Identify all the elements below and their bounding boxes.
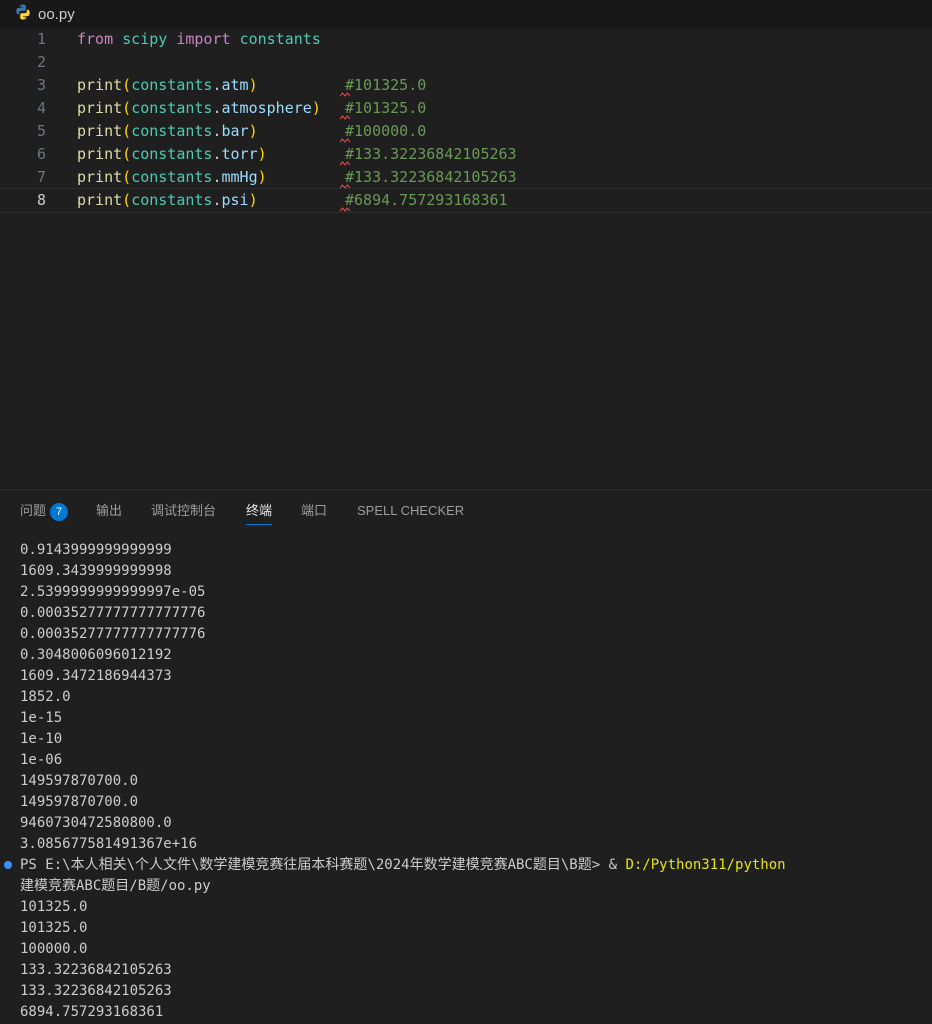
command-status-dot-icon[interactable] (4, 861, 12, 869)
terminal-output-line: 101325.0 (20, 920, 88, 936)
tab-filename: oo.py (38, 5, 75, 23)
line-number: 6 (36, 145, 46, 163)
terminal-output-line: 0.00035277777777777776 (20, 626, 206, 642)
terminal-output-line: 149597870700.0 (20, 794, 139, 810)
tab-problems-label: 问题 (20, 503, 47, 518)
tab-problems[interactable]: 问题 7 (20, 502, 69, 521)
line-number: 2 (36, 53, 46, 71)
code-comment: #133.32236842105263 (345, 145, 517, 163)
terminal-output-line: 100000.0 (20, 941, 88, 957)
line-number: 4 (36, 99, 46, 117)
code-text: print(constants.atmosphere) (77, 99, 321, 117)
terminal-output-line: 1609.3439999999998 (20, 563, 172, 579)
code-text: from scipy import constants (77, 30, 321, 48)
code-line[interactable]: 2 (0, 51, 932, 74)
code-line[interactable]: 6 print(constants.torr) #133.3223684210526… (0, 143, 932, 166)
tab-output[interactable]: 输出 (96, 502, 122, 520)
code-comment: #6894.757293168361 (345, 191, 508, 209)
tab-ports[interactable]: 端口 (301, 502, 327, 520)
terminal-prompt: PS E:\本人相关\个人文件\数学建模竞赛往届本科赛题\2024年数学建模竞赛… (20, 857, 626, 873)
python-icon (14, 3, 32, 25)
spelling-squiggle-icon (340, 207, 350, 212)
code-line[interactable]: 3 print(constants.atm) #101325.0 (0, 74, 932, 97)
problems-count-badge: 7 (50, 502, 69, 521)
terminal-output-line: 1609.3472186944373 (20, 668, 172, 684)
terminal-output-line: 0.00035277777777777776 (20, 605, 206, 621)
terminal-output-line: 1e-15 (20, 710, 63, 726)
terminal-output-line: 0.9143999999999999 (20, 542, 172, 558)
terminal-output-line: 1e-06 (20, 752, 63, 768)
terminal-output-line: 9460730472580800.0 (20, 815, 172, 831)
terminal-output-line: 0.3048006096012192 (20, 647, 172, 663)
tab-debug-console[interactable]: 调试控制台 (151, 502, 216, 520)
terminal-output-line: 3.085677581491367e+16 (20, 836, 198, 852)
line-number: 3 (36, 76, 46, 94)
terminal-output-line: 1852.0 (20, 689, 71, 705)
code-text: print(constants.torr) (77, 145, 267, 163)
code-comment: #133.32236842105263 (345, 168, 517, 186)
line-number: 8 (36, 191, 46, 209)
code-comment: #100000.0 (345, 122, 427, 140)
line-number: 5 (36, 122, 46, 140)
line-number: 7 (36, 168, 46, 186)
code-line[interactable]: 7 print(constants.mmHg) #133.3223684210526… (0, 166, 932, 189)
tab-oo-py[interactable]: oo.py (0, 0, 87, 28)
terminal-prompt-wrap: 建模竞赛ABC题目/B题/oo.py (20, 878, 211, 894)
line-number: 1 (36, 30, 46, 48)
terminal-output-line: 133.32236842105263 (20, 983, 172, 999)
tab-spell-checker[interactable]: SPELL CHECKER (357, 502, 464, 520)
tab-terminal[interactable]: 终端 (246, 502, 273, 525)
panel-tab-bar: 问题 7 输出 调试控制台 终端 端口 SPELL CHECKER (0, 490, 932, 532)
code-comment: #101325.0 (345, 76, 427, 94)
code-line[interactable]: 1 from scipy import constants (0, 28, 932, 51)
code-editor[interactable]: 1 from scipy import constants 2 3 print(cons… (0, 28, 932, 488)
terminal-output-line: 6894.757293168361 (20, 1004, 164, 1020)
terminal-output-line: 1e-10 (20, 731, 63, 747)
code-text: print(constants.atm) (77, 76, 258, 94)
code-text: print(constants.psi) (77, 191, 258, 209)
code-line[interactable]: 4 print(constants.atmosphere) #101325.0 (0, 97, 932, 120)
terminal-output-line: 133.32236842105263 (20, 962, 172, 978)
code-text: print(constants.bar) (77, 122, 258, 140)
editor-tab-bar: oo.py (0, 0, 932, 28)
code-text: print(constants.mmHg) (77, 168, 267, 186)
terminal-output-line: 2.5399999999999997e-05 (20, 584, 206, 600)
code-comment: #101325.0 (345, 99, 427, 117)
terminal-output-line: 149597870700.0 (20, 773, 139, 789)
terminal-command-path: D:/Python311/python (625, 857, 786, 873)
terminal-prompt-line: PS E:\本人相关\个人文件\数学建模竞赛往届本科赛题\2024年数学建模竞赛… (20, 855, 786, 876)
code-line[interactable]: 8 print(constants.psi) #6894.757293168361 (0, 188, 932, 213)
code-line[interactable]: 5 print(constants.bar) #100000.0 (0, 120, 932, 143)
terminal-output-line: 101325.0 (20, 899, 88, 915)
